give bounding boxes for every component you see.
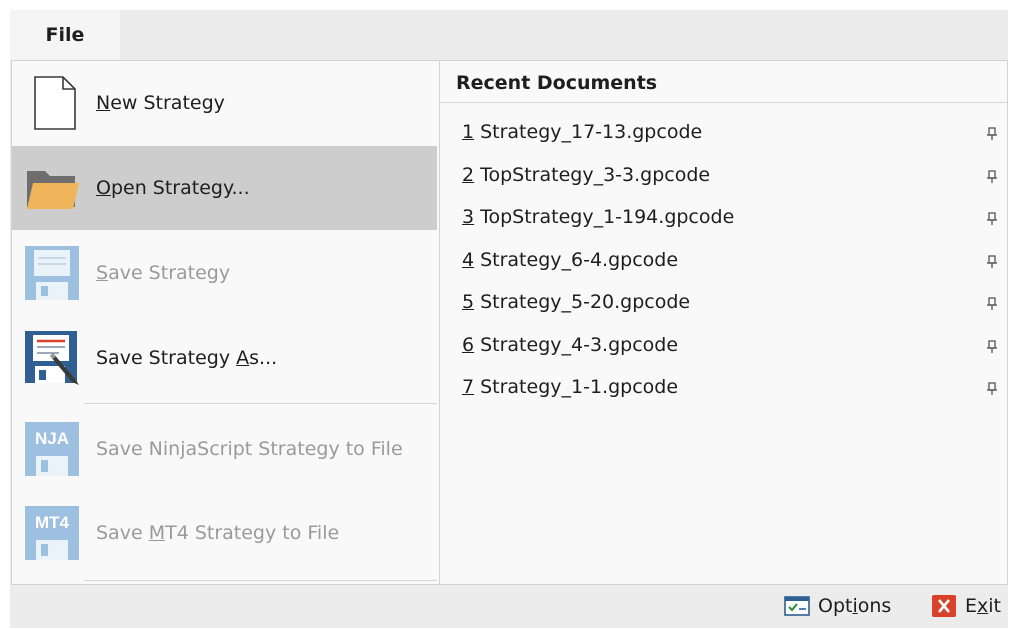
pin-icon[interactable]: [983, 293, 1001, 311]
recent-document-item[interactable]: 1 Strategy_17-13.gpcode: [440, 111, 1007, 154]
folder-icon: [23, 159, 81, 217]
tab-file[interactable]: File: [10, 10, 120, 60]
save-mt4-label: Save MT4 Strategy to File: [96, 522, 340, 544]
options-icon: [784, 594, 810, 618]
recent-item-number: 7: [462, 376, 475, 399]
options-button[interactable]: Options: [784, 591, 891, 621]
menu-separator: [84, 403, 437, 404]
save-ninjascript-label: Save NinjaScript Strategy to File: [96, 438, 403, 460]
pin-icon[interactable]: [983, 336, 1001, 354]
recent-item-number: 5: [462, 291, 475, 314]
recent-item-number: 1: [462, 121, 475, 144]
pin-icon[interactable]: [983, 378, 1001, 396]
recent-item-name: Strategy_6-4.gpcode: [480, 248, 679, 271]
open-strategy-button[interactable]: Open Strategy...: [12, 146, 437, 230]
recent-item-name: TopStrategy_3-3.gpcode: [480, 163, 711, 186]
save-mt4-button[interactable]: MT4 Save MT4 Strategy to File: [12, 491, 437, 575]
floppy-disabled-icon: [23, 244, 81, 302]
exit-icon: [931, 594, 957, 618]
recent-documents-list: 1 Strategy_17-13.gpcode 2 TopStrategy_3-…: [440, 111, 1007, 409]
save-strategy-as-button[interactable]: Save Strategy As...: [12, 316, 437, 400]
nja-floppy-icon: NJA: [23, 420, 81, 478]
footer-bar: Options Exit: [10, 585, 1008, 628]
pin-icon[interactable]: [983, 251, 1001, 269]
exit-label: Exit: [965, 595, 1001, 617]
recent-item-number: 6: [462, 333, 475, 356]
mt4-floppy-icon: MT4: [23, 504, 81, 562]
open-strategy-label: Open Strategy...: [96, 177, 250, 199]
recent-document-item[interactable]: 7 Strategy_1-1.gpcode: [440, 366, 1007, 409]
new-strategy-button[interactable]: New Strategy: [12, 61, 437, 145]
recent-item-name: TopStrategy_1-194.gpcode: [480, 206, 735, 229]
recent-documents-header: Recent Documents: [440, 61, 1007, 103]
save-strategy-label: Save Strategy: [96, 262, 231, 284]
recent-document-item[interactable]: 5 Strategy_5-20.gpcode: [440, 281, 1007, 324]
command-list: New Strategy Open Strategy... Save Strat…: [12, 61, 440, 584]
recent-document-item[interactable]: 4 Strategy_6-4.gpcode: [440, 239, 1007, 282]
nja-icon-text: NJA: [35, 429, 69, 448]
recent-document-item[interactable]: 3 TopStrategy_1-194.gpcode: [440, 196, 1007, 239]
file-backstage: File New Strategy Open Strategy... Save …: [10, 10, 1008, 628]
recent-documents-pane: Recent Documents 1 Strategy_17-13.gpcode…: [440, 61, 1007, 584]
recent-item-name: Strategy_17-13.gpcode: [480, 121, 703, 144]
new-strategy-label: New Strategy: [96, 92, 225, 114]
tab-bar: File: [10, 10, 1008, 60]
mt4-icon-text: MT4: [35, 513, 70, 532]
recent-document-item[interactable]: 2 TopStrategy_3-3.gpcode: [440, 154, 1007, 197]
backstage-panel: New Strategy Open Strategy... Save Strat…: [11, 60, 1008, 585]
recent-item-name: Strategy_5-20.gpcode: [480, 291, 691, 314]
floppy-pen-icon: [23, 329, 81, 387]
recent-item-number: 2: [462, 163, 475, 186]
recent-document-item[interactable]: 6 Strategy_4-3.gpcode: [440, 324, 1007, 367]
menu-separator-bottom: [84, 580, 437, 581]
document-icon: [23, 74, 81, 132]
pin-icon[interactable]: [983, 208, 1001, 226]
recent-item-name: Strategy_4-3.gpcode: [480, 333, 679, 356]
save-strategy-as-label: Save Strategy As...: [96, 347, 278, 369]
save-ninjascript-button[interactable]: NJA Save NinjaScript Strategy to File: [12, 407, 437, 491]
pin-icon[interactable]: [983, 123, 1001, 141]
recent-item-number: 4: [462, 248, 475, 271]
pin-icon[interactable]: [983, 166, 1001, 184]
exit-button[interactable]: Exit: [931, 591, 1001, 621]
recent-item-name: Strategy_1-1.gpcode: [480, 376, 679, 399]
recent-item-number: 3: [462, 206, 475, 229]
options-label: Options: [818, 595, 892, 617]
save-strategy-button[interactable]: Save Strategy: [12, 231, 437, 315]
